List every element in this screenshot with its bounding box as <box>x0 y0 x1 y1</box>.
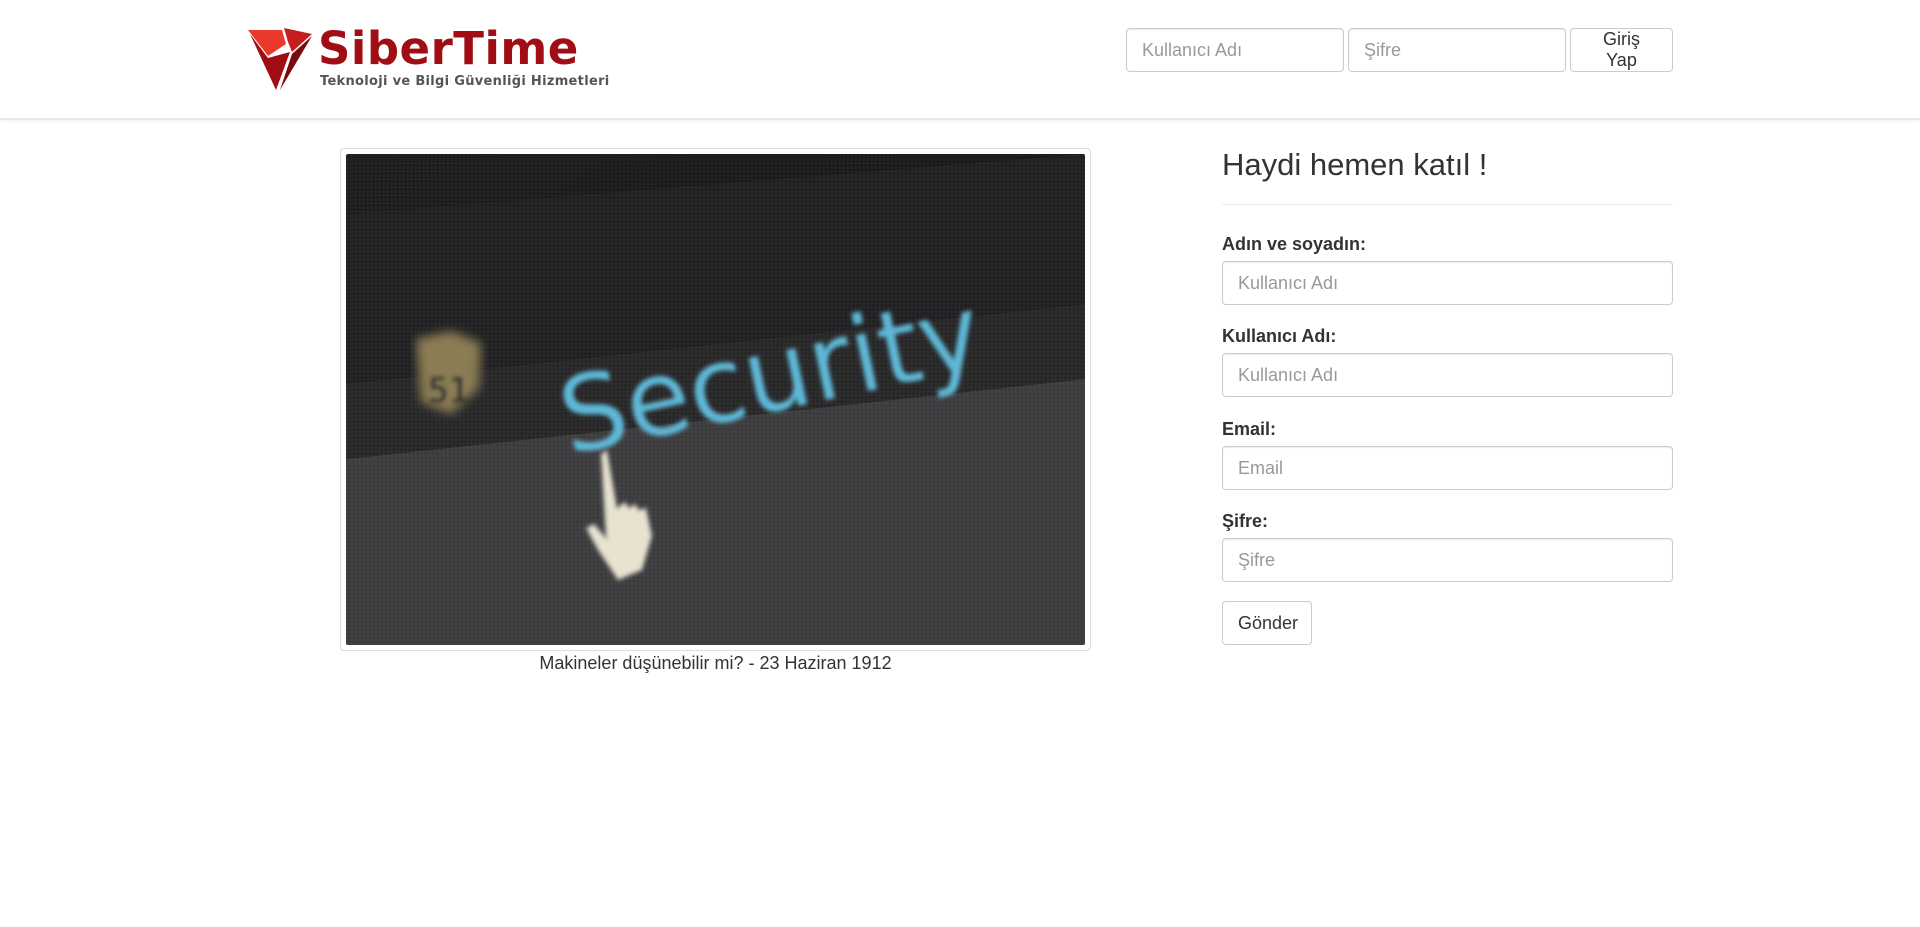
password-input[interactable] <box>1222 538 1673 582</box>
brand-tagline: Teknoloji ve Bilgi Güvenliği Hizmetleri <box>320 74 610 89</box>
submit-button[interactable]: Gönder <box>1222 601 1312 645</box>
feature-image-frame: 51 Security <box>340 148 1091 651</box>
shield-logo-icon <box>248 28 312 90</box>
image-badge-text-group: 51 <box>428 371 469 411</box>
email-input[interactable] <box>1222 446 1673 490</box>
fullname-input[interactable] <box>1222 261 1673 305</box>
username-label: Kullanıcı Adı: <box>1222 326 1337 346</box>
security-screen-illustration: 51 Security <box>346 154 1085 645</box>
security-photo: 51 Security <box>346 154 1085 645</box>
signup-form: Haydi hemen katıl ! Adın ve soyadın: Kul… <box>1222 142 1673 645</box>
top-navbar: SiberTime Teknoloji ve Bilgi Güvenliği H… <box>0 0 1920 120</box>
login-button[interactable]: Giriş Yap <box>1570 28 1673 72</box>
header-username-input[interactable] <box>1126 28 1344 72</box>
header-password-input[interactable] <box>1348 28 1566 72</box>
email-label: Email: <box>1222 419 1277 439</box>
brand-logo[interactable]: SiberTime Teknoloji ve Bilgi Güvenliği H… <box>246 22 609 94</box>
signup-title: Haydi hemen katıl ! <box>1222 147 1488 182</box>
image-badge-text: 51 <box>428 371 469 411</box>
signup-divider <box>1222 204 1673 205</box>
brand-name: SiberTime <box>318 22 579 75</box>
fullname-label: Adın ve soyadın: <box>1222 234 1367 254</box>
password-label: Şifre: <box>1222 511 1269 531</box>
image-caption: Makineler düşünebilir mi? - 23 Haziran 1… <box>539 653 892 673</box>
username-input[interactable] <box>1222 353 1673 397</box>
